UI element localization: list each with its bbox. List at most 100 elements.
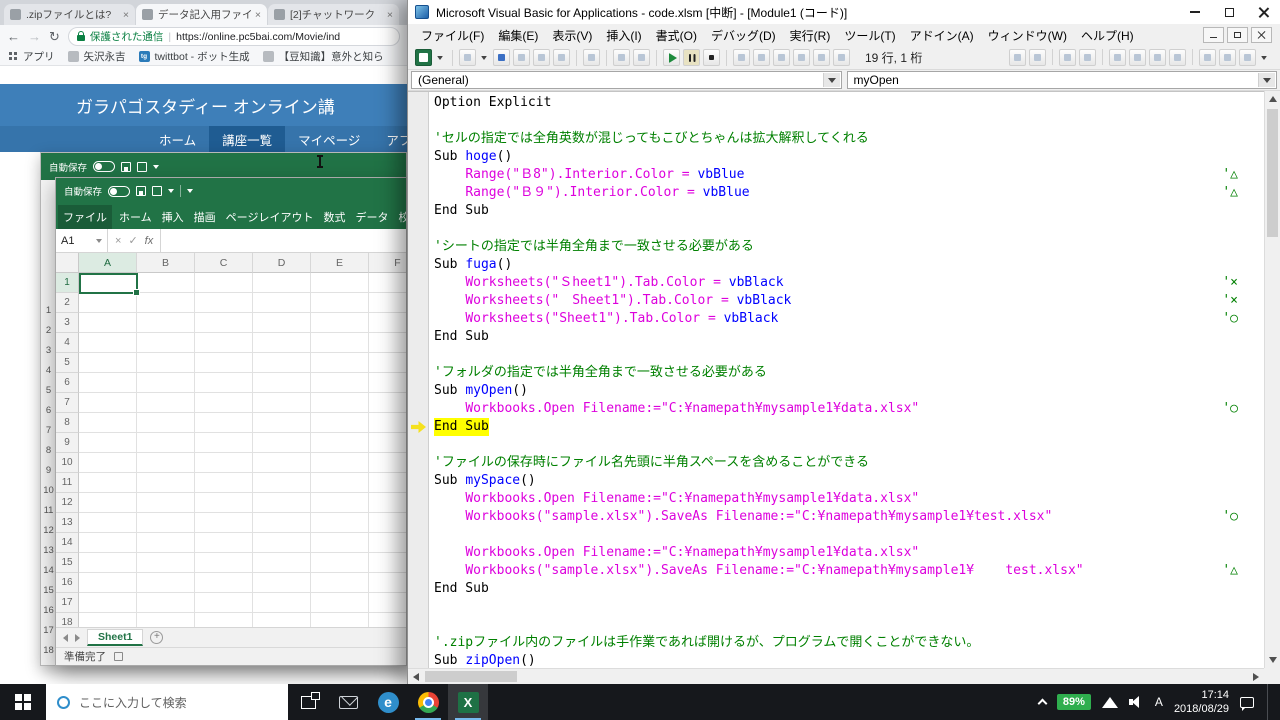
bookmark-item[interactable]: 【豆知識】意外と知ら <box>263 49 384 64</box>
column-header[interactable]: F <box>369 253 406 273</box>
site-nav-item[interactable]: アフィ <box>373 126 407 152</box>
horizontal-scroll-thumb[interactable] <box>425 671 517 682</box>
uncomment-block-icon[interactable] <box>1079 49 1096 66</box>
code-line[interactable] <box>434 112 1264 130</box>
code-line[interactable]: Sub fuga() <box>434 256 1264 274</box>
save-icon[interactable] <box>136 186 146 196</box>
break-icon[interactable] <box>683 49 700 66</box>
code-line[interactable] <box>434 598 1264 616</box>
indent-icon[interactable] <box>1009 49 1026 66</box>
chevron-down-icon[interactable] <box>153 165 159 169</box>
ribbon-tab[interactable]: データ <box>350 205 393 229</box>
help-icon[interactable] <box>833 49 850 66</box>
paste-icon[interactable] <box>553 49 570 66</box>
redo-icon[interactable] <box>633 49 650 66</box>
code-line[interactable]: Sub mySpace() <box>434 472 1264 490</box>
code-line[interactable]: End Sub <box>434 202 1264 220</box>
excel-titlebar[interactable]: 自動保存 <box>56 178 406 204</box>
child-restore-button[interactable] <box>1227 27 1248 43</box>
properties-window-icon[interactable] <box>773 49 790 66</box>
sheet-next-icon[interactable] <box>75 634 80 642</box>
outdent-icon[interactable] <box>1029 49 1046 66</box>
toolbar-options-icon[interactable] <box>1259 49 1270 66</box>
code-line[interactable] <box>434 436 1264 454</box>
code-line[interactable]: 'ファイルの保存時にファイル名先頭に半角スペースを含めることができる <box>434 454 1264 472</box>
chevron-down-icon[interactable] <box>479 49 490 66</box>
tab-close-icon[interactable]: × <box>123 9 129 21</box>
view-excel-icon[interactable] <box>415 49 432 66</box>
grid-corner[interactable] <box>56 253 79 273</box>
immediate-window-icon[interactable] <box>1199 49 1216 66</box>
taskbar-app-excel[interactable]: X <box>448 684 488 720</box>
row-header[interactable]: 16 <box>56 573 79 593</box>
start-button[interactable] <box>0 684 46 720</box>
toggle-breakpoint-icon[interactable] <box>1109 49 1126 66</box>
code-line[interactable]: 'フォルダの指定では半角全角まで一致させる必要がある <box>434 364 1264 382</box>
selected-cell[interactable] <box>79 273 138 294</box>
ribbon-tab[interactable]: 挿入 <box>157 205 189 229</box>
row-header[interactable]: 13 <box>56 513 79 533</box>
row-header[interactable]: 3 <box>56 313 79 333</box>
sheet-prev-icon[interactable] <box>63 634 68 642</box>
reload-button[interactable]: ↻ <box>49 30 60 43</box>
ribbon-tab[interactable]: ページレイアウト <box>221 205 319 229</box>
code-line[interactable] <box>434 220 1264 238</box>
menu-item[interactable]: 書式(O) <box>649 27 704 44</box>
find-icon[interactable] <box>583 49 600 66</box>
site-nav-item[interactable]: ホーム <box>146 126 209 152</box>
scroll-left-icon[interactable] <box>413 673 419 681</box>
name-box[interactable]: A1 <box>56 229 108 252</box>
menu-item[interactable]: ツール(T) <box>837 27 902 44</box>
code-line[interactable]: Worksheets(" Sheet1").Tab.Color = vbBlac… <box>434 292 1264 310</box>
menu-item[interactable]: アドイン(A) <box>903 27 981 44</box>
column-header[interactable]: B <box>137 253 195 273</box>
code-line[interactable]: Sub hoge() <box>434 148 1264 166</box>
chevron-down-icon[interactable] <box>823 73 840 87</box>
row-header[interactable]: 14 <box>56 533 79 553</box>
minimize-button[interactable] <box>1178 0 1212 24</box>
ribbon-tab[interactable]: 数式 <box>318 205 350 229</box>
vba-titlebar[interactable]: Microsoft Visual Basic for Applications … <box>408 0 1280 24</box>
add-sheet-icon[interactable] <box>150 631 163 644</box>
enter-icon[interactable]: ✓ <box>128 234 137 247</box>
volume-icon[interactable] <box>1129 696 1144 708</box>
undo-icon[interactable] <box>137 162 147 172</box>
autosave-toggle[interactable] <box>108 186 130 197</box>
code-line[interactable]: End Sub <box>434 328 1264 346</box>
row-header[interactable]: 15 <box>56 553 79 573</box>
action-center-icon[interactable] <box>1240 697 1254 708</box>
site-nav-item[interactable]: マイページ <box>285 126 373 152</box>
code-line[interactable]: Sub zipOpen() <box>434 652 1264 668</box>
taskbar-app-edge[interactable]: e <box>368 684 408 720</box>
object-browser-icon[interactable] <box>793 49 810 66</box>
menu-item[interactable]: 実行(R) <box>783 27 838 44</box>
run-icon[interactable] <box>663 49 680 66</box>
undo-icon[interactable] <box>152 186 162 196</box>
column-header[interactable]: A <box>79 253 137 273</box>
code-line[interactable]: Range("Ｂ8").Interior.Color = vbBlue'△ <box>434 166 1264 184</box>
scroll-down-icon[interactable] <box>1269 657 1277 663</box>
menu-item[interactable]: 挿入(I) <box>599 27 648 44</box>
row-header[interactable]: 6 <box>56 373 79 393</box>
quick-access-chevron-icon[interactable] <box>187 189 193 193</box>
taskbar-search[interactable]: ここに入力して検索 <box>46 684 288 720</box>
browser-tab[interactable]: .zipファイルとは?× <box>4 4 135 25</box>
battery-indicator[interactable]: 89% <box>1057 694 1091 710</box>
save-icon[interactable] <box>493 49 510 66</box>
row-header[interactable]: 11 <box>56 473 79 493</box>
bookmark-item[interactable]: アプリ <box>9 49 55 64</box>
row-header[interactable]: 10 <box>56 453 79 473</box>
bookmark-item[interactable]: tgtwittbot - ボット生成 <box>139 49 250 64</box>
code-margin[interactable] <box>408 92 429 668</box>
code-line[interactable]: Worksheets("Ｓheet1").Tab.Color = vbBlack… <box>434 274 1264 292</box>
cancel-icon[interactable]: × <box>115 235 121 247</box>
clock[interactable]: 17:14 2018/08/29 <box>1174 688 1229 717</box>
row-header[interactable]: 2 <box>56 293 79 313</box>
scroll-right-icon[interactable] <box>1253 673 1259 681</box>
code-line[interactable]: '.zipファイル内のファイルは手作業であれば開けるが、プログラムで開くことがで… <box>434 634 1264 652</box>
menu-item[interactable]: デバッグ(D) <box>704 27 783 44</box>
show-desktop-button[interactable] <box>1267 684 1272 720</box>
chevron-down-icon[interactable] <box>168 189 174 193</box>
procedure-dropdown[interactable]: myOpen <box>847 71 1278 89</box>
column-header[interactable]: E <box>311 253 369 273</box>
